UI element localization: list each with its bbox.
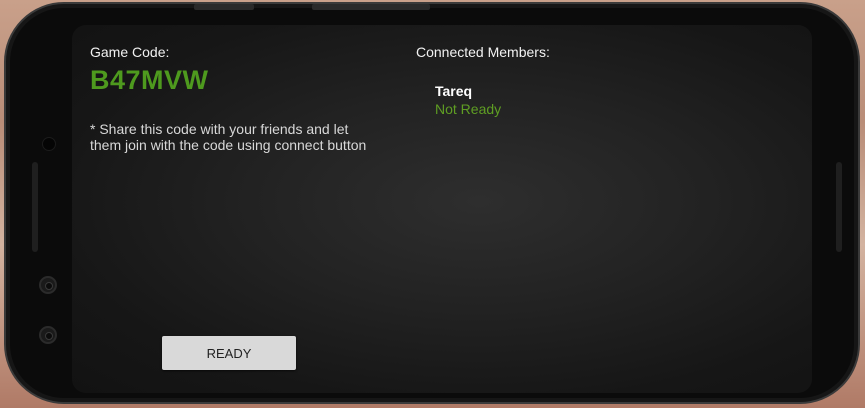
connected-members-label: Connected Members: — [416, 44, 550, 60]
game-code: B47MVW — [90, 65, 209, 95]
member-list-item: Tareq Not Ready — [435, 83, 501, 117]
sensor-icon — [39, 326, 57, 344]
power-button — [312, 4, 430, 10]
sensor-icon — [39, 276, 57, 294]
front-camera-icon — [42, 137, 56, 151]
member-name: Tareq — [435, 83, 473, 99]
volume-button — [194, 4, 254, 10]
speaker-grille-right — [836, 162, 842, 252]
ready-button[interactable]: READY — [162, 336, 296, 370]
member-status: Not Ready — [435, 101, 502, 117]
phone-frame: Game Code: B47MVW * Share this code with… — [4, 2, 860, 404]
lobby-screen: Game Code: B47MVW * Share this code with… — [72, 25, 812, 393]
share-instructions: * Share this code with your friends and … — [90, 121, 367, 153]
speaker-grille-left — [32, 162, 38, 252]
game-code-label: Game Code: — [90, 44, 170, 60]
